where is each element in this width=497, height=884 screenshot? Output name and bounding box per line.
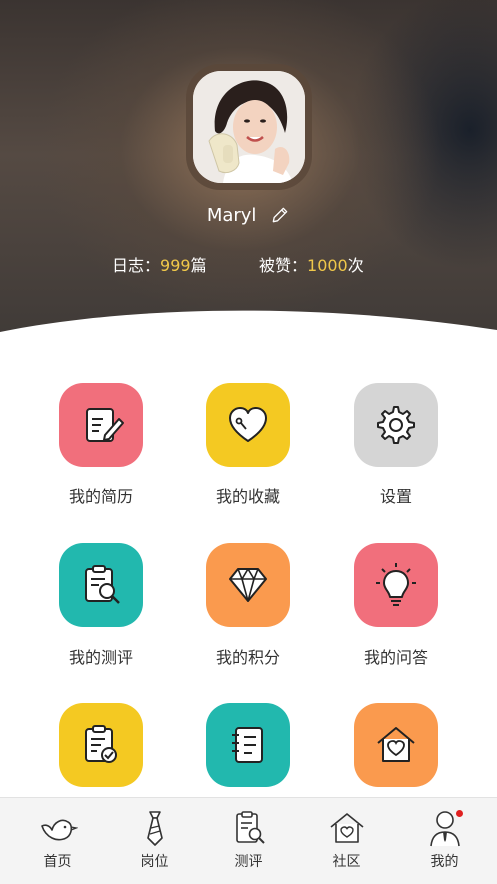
log-stat: 日志：999篇 — [112, 252, 207, 276]
log-label: 日志： — [112, 256, 161, 275]
menu-settings-label[interactable]: 设置 — [321, 483, 471, 507]
tab-assessment[interactable]: 测评 — [199, 798, 298, 884]
log-unit: 篇 — [190, 256, 207, 275]
avatar[interactable] — [193, 71, 305, 183]
menu-resume-button[interactable] — [59, 383, 143, 467]
username: Maryl — [206, 204, 257, 226]
menu-assessment-label[interactable]: 我的测评 — [26, 644, 176, 668]
bottom-tab-bar: 首页 岗位 测评 社区 我的 — [0, 797, 497, 884]
menu-favorites-label[interactable]: 我的收藏 — [173, 483, 323, 507]
menu-points-button[interactable] — [206, 543, 290, 627]
menu-settings-button[interactable] — [354, 383, 438, 467]
menu-qa-label[interactable]: 我的问答 — [321, 644, 471, 668]
bird-icon — [41, 819, 78, 841]
notification-badge — [456, 810, 463, 817]
tab-home[interactable]: 首页 — [8, 798, 107, 884]
tab-community[interactable]: 社区 — [297, 798, 396, 884]
menu-qa-button[interactable] — [354, 543, 438, 627]
diamond-icon — [229, 568, 267, 602]
log-count: 999 — [160, 256, 191, 275]
menu-notebook-button[interactable] — [206, 703, 290, 787]
avatar-photo — [193, 71, 305, 183]
username-row: Maryl — [0, 204, 497, 226]
heart-house-icon — [377, 727, 415, 762]
menu-favorites-button[interactable] — [206, 383, 290, 467]
menu-assessment-button[interactable] — [59, 543, 143, 627]
clipboard-search-icon — [85, 565, 120, 604]
header-wave — [0, 310, 497, 345]
tab-jobs-label: 岗位 — [140, 854, 169, 870]
heart-house-icon — [330, 813, 364, 843]
profile-header: Maryl 日志：999篇 被赞：1000次 — [0, 0, 497, 345]
lightbulb-icon — [376, 563, 416, 606]
heart-tag-icon — [229, 407, 267, 442]
avatar-frame[interactable] — [186, 64, 312, 190]
resume-icon — [86, 408, 124, 442]
clipboard-check-icon — [85, 725, 117, 763]
tab-assessment-label: 测评 — [234, 854, 263, 870]
tab-jobs[interactable]: 岗位 — [105, 798, 204, 884]
tab-home-label: 首页 — [43, 854, 72, 870]
menu-resume-label[interactable]: 我的简历 — [26, 483, 176, 507]
tab-me[interactable]: 我的 — [395, 798, 494, 884]
menu-tasks-button[interactable] — [59, 703, 143, 787]
like-count: 1000 — [307, 256, 348, 275]
tab-me-label: 我的 — [430, 854, 459, 870]
tab-community-label: 社区 — [332, 854, 361, 870]
like-stat: 被赞：1000次 — [259, 252, 364, 276]
like-label: 被赞： — [259, 256, 308, 275]
gear-icon — [377, 406, 415, 444]
pencil-icon[interactable] — [270, 205, 290, 225]
notebook-icon — [232, 727, 263, 763]
clipboard-search-icon — [236, 811, 265, 844]
menu-community-button[interactable] — [354, 703, 438, 787]
menu-points-label[interactable]: 我的积分 — [173, 644, 323, 668]
tie-icon — [147, 811, 163, 846]
like-unit: 次 — [347, 256, 364, 275]
